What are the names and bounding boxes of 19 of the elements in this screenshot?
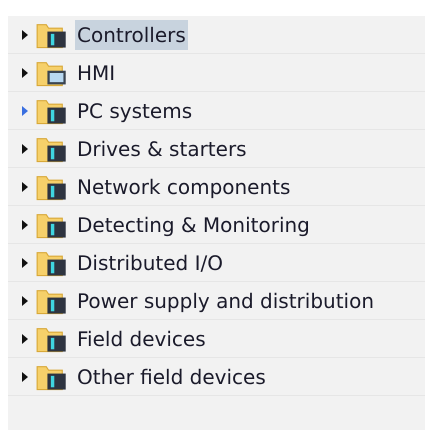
expand-arrow-icon[interactable] — [21, 28, 29, 40]
expand-arrow-icon[interactable] — [21, 142, 29, 154]
tree-item[interactable]: Distributed I/O — [75, 248, 225, 278]
expand-arrow-icon[interactable] — [21, 370, 29, 382]
tree-item[interactable]: Detecting & Monitoring — [75, 210, 312, 240]
tree-item[interactable]: PC systems — [75, 96, 194, 126]
tree-item[interactable]: HMI — [75, 58, 118, 88]
expand-arrow-icon[interactable] — [21, 332, 29, 344]
tree-item[interactable]: Network components — [75, 172, 292, 202]
expand-arrow-icon[interactable] — [21, 180, 29, 192]
expand-arrow-icon[interactable] — [21, 256, 29, 268]
expand-arrow-icon[interactable] — [21, 66, 29, 78]
expand-arrow-icon[interactable] — [21, 218, 29, 230]
tree-item[interactable]: Other field devices — [75, 362, 268, 392]
tree-item[interactable]: Drives & starters — [75, 134, 249, 164]
tree-item[interactable]: Field devices — [75, 324, 208, 354]
expand-arrow-icon[interactable] — [21, 294, 29, 306]
tree-item[interactable]: Controllers — [75, 20, 188, 50]
tree-item[interactable]: Power supply and distribution — [75, 286, 376, 316]
